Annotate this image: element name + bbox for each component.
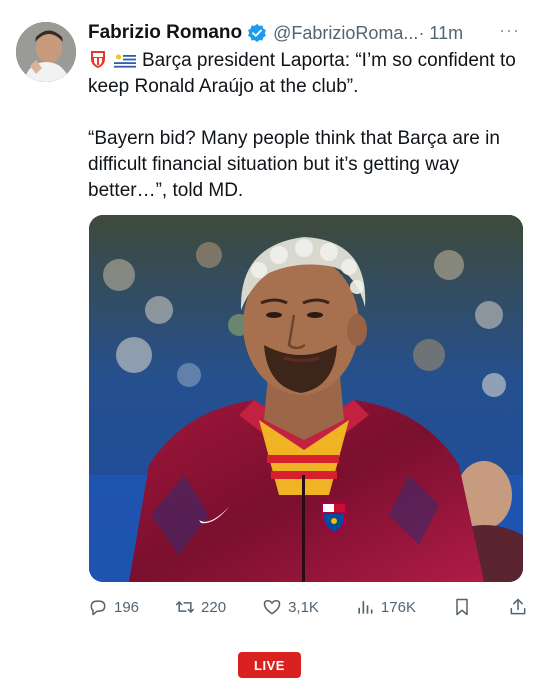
- avatar-image: [16, 22, 76, 82]
- views-icon: [358, 601, 373, 614]
- more-options-button[interactable]: ···: [499, 20, 520, 41]
- share-button[interactable]: [508, 597, 528, 617]
- retweet-icon: [175, 601, 195, 613]
- views-count: 176K: [380, 598, 416, 616]
- like-button[interactable]: 3,1K: [262, 597, 319, 617]
- bookmark-icon: [456, 598, 468, 616]
- reply-count: 196: [114, 598, 140, 616]
- tweet-text: Barça president Laporta: “I’m so confide…: [88, 48, 528, 204]
- verified-badge-icon: [248, 23, 267, 43]
- retweet-count: 220: [201, 598, 227, 616]
- bookmark-button[interactable]: [452, 597, 472, 617]
- avatar[interactable]: [16, 22, 76, 82]
- player-photo: [89, 215, 523, 582]
- author-name[interactable]: Fabrizio Romano: [88, 22, 242, 44]
- reply-button[interactable]: 196: [88, 597, 139, 617]
- tweet-photo[interactable]: [89, 215, 523, 582]
- tweet-text-line2: “Bayern bid? Many people think that Barç…: [88, 128, 500, 201]
- tweet-text-line1: Barça president Laporta: “I’m so confide…: [88, 50, 516, 97]
- tweet-timestamp[interactable]: · 11m: [418, 23, 463, 44]
- views-button[interactable]: 176K: [355, 597, 416, 617]
- author-handle[interactable]: @FabrizioRoma...: [273, 23, 418, 44]
- barcelona-badge-icon: [91, 51, 105, 68]
- tweet-header: Fabrizio Romano @FabrizioRoma... · 11m ·…: [88, 20, 520, 46]
- live-button[interactable]: LIVE: [238, 652, 301, 678]
- tweet-actions: 196 220 3,1K 176K: [88, 594, 528, 620]
- share-icon: [510, 598, 526, 615]
- uruguay-flag-icon: [114, 53, 136, 69]
- like-icon: [263, 600, 281, 615]
- retweet-button[interactable]: 220: [175, 597, 226, 617]
- reply-icon: [90, 600, 106, 616]
- like-count: 3,1K: [288, 598, 319, 616]
- tweet-card[interactable]: Fabrizio Romano @FabrizioRoma... · 11m ·…: [0, 0, 540, 640]
